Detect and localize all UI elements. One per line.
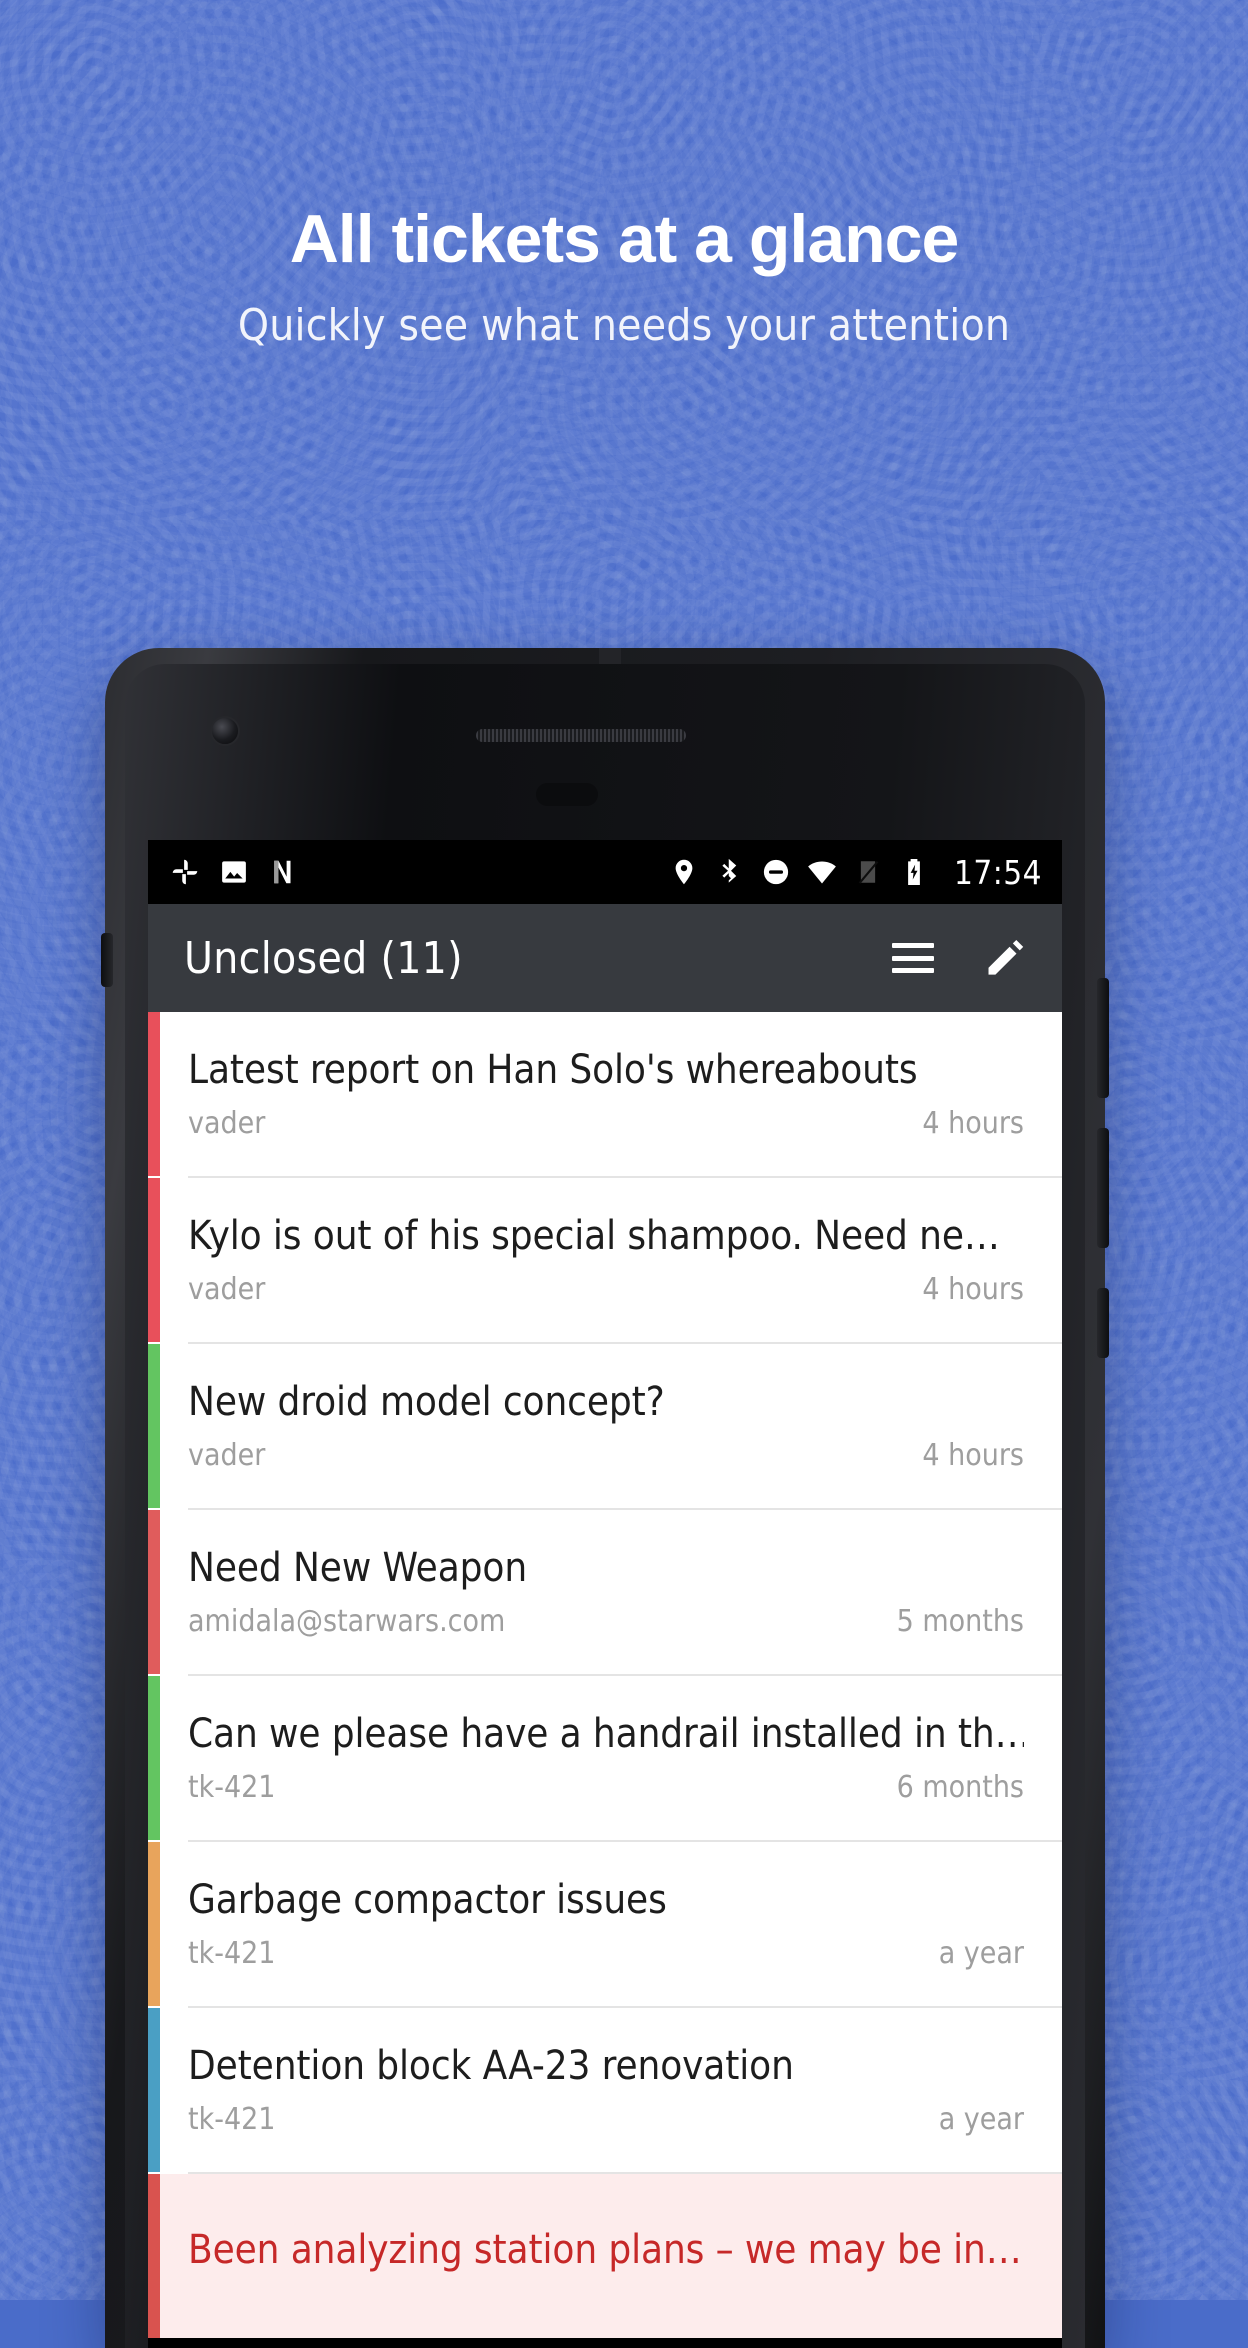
ticket-list-item[interactable]: Been analyzing station plans – we may be… [148, 2174, 1062, 2338]
ticket-meta: tk-421 a year [188, 1936, 1024, 1971]
ticket-list: Latest report on Han Solo's whereabouts v… [148, 1012, 1062, 2338]
ticket-title: Been analyzing station plans – we may be… [188, 2226, 1022, 2273]
ticket-title: Need New Weapon [188, 1545, 528, 1591]
priority-accent-bar [148, 1012, 160, 1176]
ticket-author: amidala@starwars.com [188, 1604, 506, 1639]
status-bar-clock: 17:54 [953, 852, 1042, 892]
priority-accent-bar [148, 1510, 160, 1674]
sensor-pill [536, 783, 598, 806]
ticket-age: 4 hours [922, 1106, 1024, 1141]
hamburger-icon[interactable] [892, 943, 934, 973]
ticket-title: New droid model concept? [188, 1379, 665, 1425]
ticket-meta: vader 4 hours [188, 1438, 1024, 1473]
ticket-age: a year [938, 1936, 1024, 1971]
photos-pinwheel-icon [172, 859, 198, 885]
priority-accent-bar [148, 1344, 160, 1508]
ticket-age: 4 hours [922, 1438, 1024, 1473]
ticket-list-item[interactable]: Need New Weapon amidala@starwars.com 5 mon… [148, 1510, 1062, 1674]
ticket-author: tk-421 [188, 1770, 276, 1805]
gallery-image-icon [222, 861, 246, 883]
priority-accent-bar [148, 1842, 160, 2006]
ticket-author: vader [188, 1272, 266, 1307]
ticket-title: Detention block AA-23 renovation [188, 2043, 794, 2089]
power-button[interactable] [1097, 1288, 1109, 1358]
ticket-meta: vader 4 hours [188, 1272, 1024, 1307]
earpiece-speaker [476, 729, 686, 742]
phone-top-nub [599, 648, 621, 664]
ticket-author: tk-421 [188, 1936, 276, 1971]
volume-down-button[interactable] [1097, 1128, 1109, 1248]
phone-device-mockup: 17:54 Unclosed (11) Latest report on Han… [101, 648, 1109, 2348]
ticket-list-item[interactable]: New droid model concept? vader 4 hours [148, 1344, 1062, 1508]
ticket-meta: tk-421 6 months [188, 1770, 1024, 1805]
do-not-disturb-icon [763, 859, 789, 885]
battery-charging-icon [908, 859, 920, 885]
hero-section: All tickets at a glance Quickly see what… [0, 0, 1248, 351]
ticket-author: tk-421 [188, 2102, 276, 2137]
ticket-title: Can we please have a handrail installed … [188, 1711, 1024, 1757]
ticket-title: Kylo is out of his special shampoo. Need… [188, 1213, 1000, 1259]
app-bar-title: Unclosed (11) [184, 932, 463, 984]
ticket-author: vader [188, 1438, 266, 1473]
priority-accent-bar [148, 2174, 160, 2338]
ticket-meta: tk-421 a year [188, 2102, 1024, 2137]
ticket-list-item[interactable]: Kylo is out of his special shampoo. Need… [148, 1178, 1062, 1342]
ticket-title: Latest report on Han Solo's whereabouts [188, 1047, 918, 1093]
phone-screen: 17:54 Unclosed (11) Latest report on Han… [148, 840, 1062, 2348]
ticket-age: 4 hours [922, 1272, 1024, 1307]
volume-up-button[interactable] [1097, 978, 1109, 1098]
ticket-age: 6 months [896, 1770, 1024, 1805]
ticket-title: Garbage compactor issues [188, 1877, 667, 1923]
status-bar: 17:54 [148, 840, 1062, 904]
page-title: All tickets at a glance [289, 201, 960, 277]
location-pin-icon [675, 859, 693, 885]
ticket-age: a year [938, 2102, 1024, 2137]
wifi-icon [808, 861, 836, 884]
ticket-list-item[interactable]: Latest report on Han Solo's whereabouts v… [148, 1012, 1062, 1176]
priority-accent-bar [148, 2008, 160, 2172]
left-side-button[interactable] [101, 933, 113, 987]
netflix-n-icon [274, 860, 291, 884]
ticket-meta: amidala@starwars.com 5 months [188, 1604, 1024, 1639]
no-signal-icon [858, 861, 879, 884]
ticket-meta: vader 4 hours [188, 1106, 1024, 1141]
ticket-author: vader [188, 1106, 266, 1141]
priority-accent-bar [148, 1178, 160, 1342]
page-subtitle: Quickly see what needs your attention [237, 300, 1011, 351]
status-bar-left-icons [170, 857, 298, 887]
app-bar: Unclosed (11) [148, 904, 1062, 1012]
priority-accent-bar [148, 1676, 160, 1840]
pencil-icon[interactable] [982, 935, 1028, 981]
ticket-list-item[interactable]: Can we please have a handrail installed … [148, 1676, 1062, 1840]
status-bar-right-icons: 17:54 [669, 853, 1042, 892]
front-camera-icon [210, 716, 240, 746]
ticket-age: 5 months [896, 1604, 1024, 1639]
ticket-list-item[interactable]: Garbage compactor issues tk-421 a year [148, 1842, 1062, 2006]
app-bar-actions [892, 935, 1028, 981]
bluetooth-icon [722, 858, 737, 883]
ticket-list-item[interactable]: Detention block AA-23 renovation tk-421 a … [148, 2008, 1062, 2172]
